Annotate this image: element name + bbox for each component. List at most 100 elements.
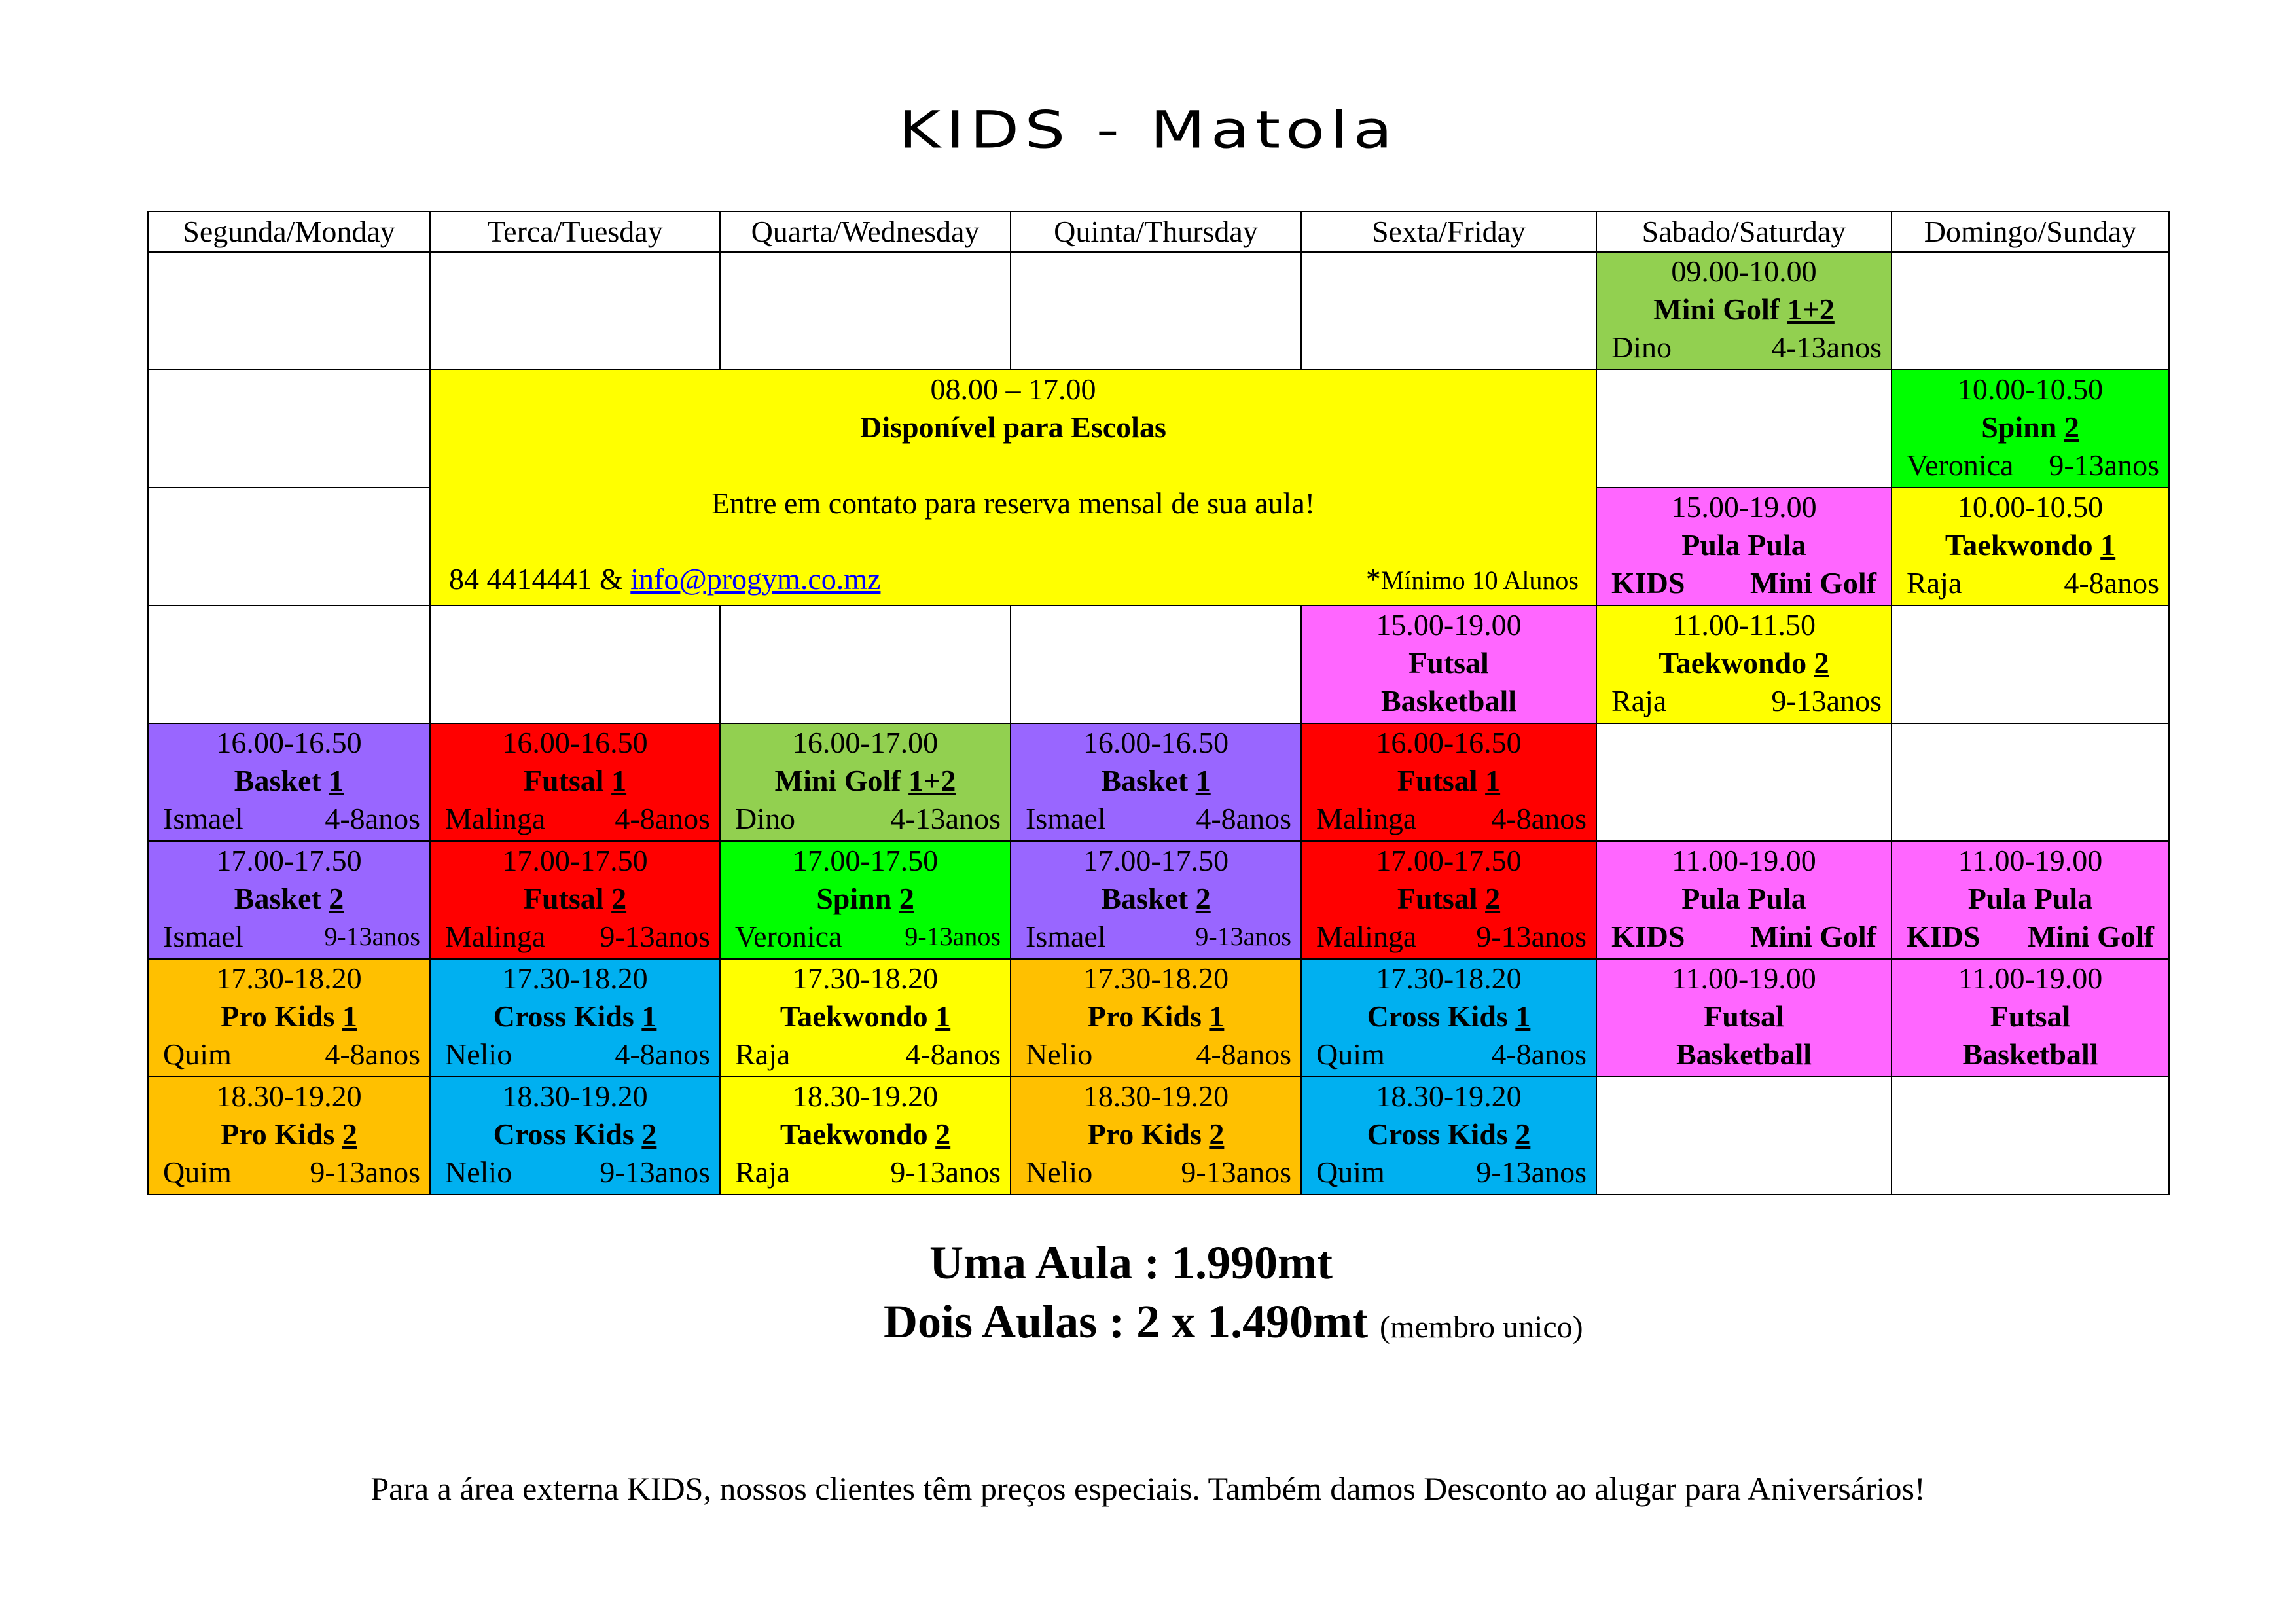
- trainer: Veronica: [1907, 448, 2014, 482]
- schedule-row: 08.00 – 17.00 Disponível para Escolas En…: [147, 369, 2170, 606]
- class-level: 1: [342, 1000, 357, 1033]
- min-students: Mínimo 10 Alunos: [1380, 566, 1579, 595]
- trainer: Quim: [163, 1038, 232, 1071]
- class-level: 2: [1195, 882, 1211, 915]
- class-name: Pula Pula: [1681, 882, 1806, 915]
- class-name: Pro Kids 1: [1087, 1000, 1225, 1033]
- trainer: Ismael: [163, 802, 243, 835]
- class-name: Cross Kids 1: [493, 1000, 657, 1033]
- class-cell: 16.00-16.50 Futsal 1 Malinga 4-8anos: [1300, 723, 1597, 842]
- schools-promo: 08.00 – 17.00 Disponível para Escolas En…: [429, 369, 1597, 606]
- activity: Basketball: [1676, 1038, 1812, 1071]
- class-trainer-row: Quim 4-8anos: [149, 1036, 429, 1074]
- class-time: 11.00-19.00: [1958, 844, 2103, 877]
- schedule-row: 16.00-16.50 Basket 1 Ismael 4-8anos 16.00…: [147, 723, 2170, 842]
- age-group: 4-8anos: [325, 1038, 420, 1071]
- trainer: Malinga: [445, 802, 546, 835]
- class-trainer-row: Nelio 9-13anos: [1011, 1153, 1300, 1191]
- class-level: 1: [1515, 1000, 1531, 1033]
- class-name: Mini Golf 1+2: [1653, 293, 1835, 326]
- activity: Futsal: [1990, 1000, 2071, 1033]
- class-trainer-row: Raja 4-8anos: [1892, 564, 2168, 602]
- class-trainer-row: Malinga 4-8anos: [1302, 800, 1596, 838]
- page-title: KIDS - Matola: [898, 100, 1398, 160]
- age-group: 9-13anos: [600, 1155, 710, 1189]
- empty-cell: [1891, 251, 2170, 370]
- age-group: 4-8anos: [1196, 1038, 1291, 1071]
- empty-cell: [147, 369, 431, 488]
- trainer: Raja: [1907, 566, 1962, 600]
- price-two-classes: Dois Aulas : 2 x 1.490mt (membro unico): [884, 1295, 1583, 1348]
- class-trainer-row: Raja 4-8anos: [721, 1036, 1010, 1074]
- trainer: Ismael: [1026, 802, 1106, 835]
- class-cell: 15.00-19.00 Futsal Basketball: [1300, 605, 1597, 724]
- class-cell: 17.30-18.20 Pro Kids 1 Quim 4-8anos: [147, 958, 431, 1077]
- class-time: 17.30-18.20: [1083, 962, 1229, 995]
- class-time: 10.00-10.50: [1957, 372, 2104, 406]
- trainer: Nelio: [1026, 1038, 1093, 1071]
- class-time: 11.00-11.50: [1672, 608, 1816, 641]
- class-time: 17.00-17.50: [1083, 844, 1229, 877]
- activity: KIDS: [1611, 566, 1685, 600]
- class-cell: 17.30-18.20 Cross Kids 1 Quim 4-8anos: [1300, 958, 1597, 1077]
- trainer: Raja: [1611, 684, 1667, 717]
- class-name: Cross Kids 2: [493, 1117, 657, 1151]
- class-level: 2: [935, 1117, 951, 1151]
- class-name: Basket 1: [234, 764, 344, 797]
- class-level: 2: [611, 882, 627, 915]
- schedule-table: Segunda/Monday Terca/Tuesday Quarta/Wedn…: [147, 211, 2170, 1195]
- class-trainer-row: Malinga 4-8anos: [431, 800, 719, 838]
- class-cell: 10.00-10.50 Taekwondo 1 Raja 4-8anos: [1891, 487, 2170, 606]
- trainer: Malinga: [1316, 920, 1417, 953]
- class-name: Basket 2: [234, 882, 344, 915]
- day-header: Quarta/Wednesday: [719, 211, 1011, 253]
- class-trainer-row: Ismael 9-13anos: [149, 918, 429, 956]
- trainer: Nelio: [1026, 1155, 1093, 1189]
- class-time: 17.30-18.20: [792, 962, 939, 995]
- class-name: Mini Golf 1+2: [774, 764, 956, 797]
- activity-row: KIDS Mini Golf: [1597, 918, 1891, 956]
- class-time: 15.00-19.00: [1376, 608, 1522, 641]
- trainer: Ismael: [163, 920, 243, 953]
- class-level: 1: [1209, 1000, 1225, 1033]
- class-time: 18.30-19.20: [502, 1079, 648, 1113]
- class-cell: 11.00-11.50 Taekwondo 2 Raja 9-13anos: [1596, 605, 1892, 724]
- class-trainer-row: Dino 4-13anos: [721, 800, 1010, 838]
- empty-cell: [147, 605, 431, 724]
- class-time: 17.00-17.50: [1376, 844, 1522, 877]
- footer-note: Para a área externa KIDS, nossos cliente…: [370, 1470, 1926, 1507]
- class-cell: 11.00-19.00 Pula Pula KIDS Mini Golf: [1891, 840, 2170, 960]
- class-trainer-row: Ismael 9-13anos: [1011, 918, 1300, 956]
- trainer: Nelio: [445, 1155, 512, 1189]
- class-level: 2: [1209, 1117, 1225, 1151]
- empty-cell: [1596, 723, 1892, 842]
- class-name: Futsal 2: [1397, 882, 1501, 915]
- empty-cell: [1300, 251, 1597, 370]
- schedule-row: 17.30-18.20 Pro Kids 1 Quim 4-8anos 17.30…: [147, 958, 2170, 1077]
- class-time: 17.30-18.20: [502, 962, 648, 995]
- class-name: Pro Kids 2: [221, 1117, 357, 1151]
- trainer: Veronica: [735, 920, 842, 953]
- schedule-row: 18.30-19.20 Pro Kids 2 Quim 9-13anos 18.3…: [147, 1076, 2170, 1195]
- empty-cell: [1891, 723, 2170, 842]
- class-cell: 10.00-10.50 Spinn 2 Veronica 9-13anos: [1891, 369, 2170, 488]
- class-time: 16.00-17.00: [792, 726, 939, 759]
- class-level: 1: [641, 1000, 657, 1033]
- activity: Futsal: [1408, 646, 1489, 679]
- class-time: 18.30-19.20: [1083, 1079, 1229, 1113]
- day-header: Sabado/Saturday: [1596, 211, 1892, 253]
- activity: Basketball: [1962, 1038, 2098, 1071]
- class-cell: 18.30-19.20 Cross Kids 2 Nelio 9-13anos: [429, 1076, 721, 1195]
- header-row: Segunda/Monday Terca/Tuesday Quarta/Wedn…: [147, 211, 2170, 253]
- day-header: Terca/Tuesday: [429, 211, 721, 253]
- email-link[interactable]: info@progym.co.mz: [630, 562, 880, 596]
- empty-cell: [429, 605, 721, 724]
- class-trainer-row: Quim 9-13anos: [149, 1153, 429, 1191]
- class-time: 18.30-19.20: [216, 1079, 362, 1113]
- class-trainer-row: Malinga 9-13anos: [1302, 918, 1596, 956]
- trainer: Malinga: [445, 920, 546, 953]
- trainer: Dino: [735, 802, 795, 835]
- class-time: 17.00-17.50: [502, 844, 648, 877]
- class-level: 1: [1485, 764, 1501, 797]
- class-time: 17.30-18.20: [1376, 962, 1522, 995]
